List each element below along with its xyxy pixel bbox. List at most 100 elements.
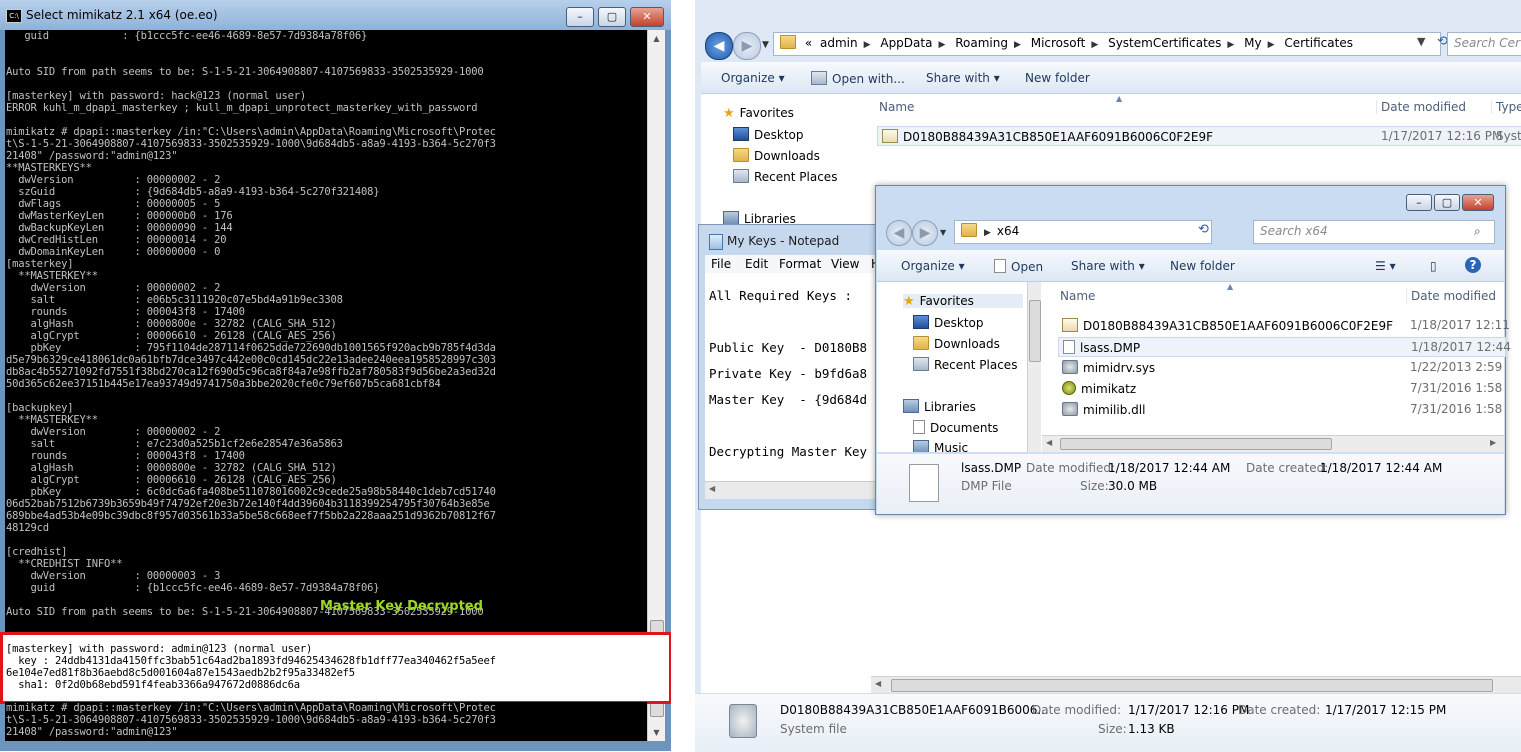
x64-nav-scroll-thumb[interactable] xyxy=(1029,300,1041,362)
open-with-button[interactable]: Open with... xyxy=(811,71,905,86)
x64-column-header-name[interactable]: Name xyxy=(1060,289,1095,303)
breadcrumb-appdata[interactable]: AppData xyxy=(880,33,932,54)
share-with-button[interactable]: Share with ▾ xyxy=(926,71,1000,85)
x64-file-row[interactable]: mimidrv.sys 1/22/2013 2:59 xyxy=(1058,358,1504,376)
organize-button[interactable]: Organize ▾ xyxy=(721,71,785,85)
column-header-name[interactable]: Name xyxy=(879,100,914,114)
recent-pages-chevron-icon[interactable]: ▼ xyxy=(762,40,769,50)
breadcrumb-roaming[interactable]: Roaming xyxy=(955,33,1008,54)
breadcrumb-admin[interactable]: admin xyxy=(820,33,858,54)
menu-format[interactable]: Format xyxy=(779,257,821,271)
details-modified-label: Date modified: xyxy=(1032,703,1122,717)
x64-scroll-left-icon[interactable]: ◀ xyxy=(1046,438,1052,447)
console-app-icon: C:\ xyxy=(6,9,22,23)
view-options-icon[interactable]: ☰ ▾ xyxy=(1375,259,1396,273)
console-titlebar[interactable]: C:\ Select mimikatz 2.1 x64 (oe.eo) – ▢ … xyxy=(0,0,671,30)
x64-file-row[interactable]: D0180B88439A31CB850E1AAF6091B6006C0F2E9F… xyxy=(1058,316,1510,334)
menu-view[interactable]: View xyxy=(831,257,859,271)
column-header-date-modified[interactable]: Date modified xyxy=(1376,100,1466,114)
x64-refresh-icon[interactable]: ⟲ xyxy=(1198,222,1209,237)
console-line: [backupkey] xyxy=(6,402,74,414)
x64-horizontal-scroll-thumb[interactable] xyxy=(1060,438,1332,450)
driver-file-icon xyxy=(1062,360,1078,374)
console-line: 06d52bab7512b6739b3659b49f74792ef20e3b72… xyxy=(6,498,490,510)
scroll-down-icon[interactable]: ▼ xyxy=(648,724,665,741)
x64-organize-button[interactable]: Organize ▾ xyxy=(901,259,965,273)
x64-file-row-selected[interactable]: lsass.DMP 1/18/2017 12:44 xyxy=(1058,337,1511,357)
notepad-title: My Keys - Notepad xyxy=(727,234,840,248)
console-line: [masterkey] xyxy=(6,258,74,270)
file-date: 1/18/2017 12:11 xyxy=(1410,318,1510,332)
breadcrumb-certificates[interactable]: Certificates xyxy=(1284,33,1353,54)
scroll-up-icon[interactable]: ▲ xyxy=(648,30,665,47)
folder-icon xyxy=(780,35,796,49)
nav-desktop[interactable]: Desktop xyxy=(733,127,804,142)
console-command-echo: mimikatz # dpapi::masterkey /in:"C:\User… xyxy=(5,702,647,741)
x64-minimize-button[interactable]: – xyxy=(1406,194,1432,211)
x64-nav-scrollbar[interactable] xyxy=(1027,282,1041,452)
x64-nav-documents[interactable]: Documents xyxy=(913,420,998,435)
nav-recent-places[interactable]: Recent Places xyxy=(733,169,837,184)
maximize-button[interactable]: ▢ xyxy=(598,7,626,27)
master-key-decrypted-annotation: Master Key Decrypted xyxy=(320,599,483,614)
x64-maximize-button[interactable]: ▢ xyxy=(1434,194,1460,211)
sort-ascending-icon: ▲ xyxy=(1116,94,1123,103)
breadcrumb-my[interactable]: My xyxy=(1244,33,1261,54)
forward-arrow-icon[interactable]: ▶ xyxy=(733,32,761,60)
search-input[interactable]: Search Certif xyxy=(1447,32,1521,56)
x64-scroll-right-icon[interactable]: ▶ xyxy=(1490,438,1496,447)
minimize-button[interactable]: – xyxy=(566,7,594,27)
console-line: pbKey : 795f1104de287114f0625dde722690db… xyxy=(6,342,496,354)
x64-search-icon[interactable]: ⌕ xyxy=(1474,224,1481,239)
breadcrumb-systemcertificates[interactable]: SystemCertificates xyxy=(1108,33,1221,54)
menu-file[interactable]: File xyxy=(711,257,731,271)
breadcrumb-x64[interactable]: x64 xyxy=(997,221,1019,242)
column-header-type[interactable]: Type xyxy=(1491,100,1521,114)
preview-pane-icon[interactable]: ▯ xyxy=(1430,259,1437,273)
scroll-left-icon[interactable]: ◀ xyxy=(875,679,881,688)
x64-nav-libraries[interactable]: Libraries xyxy=(903,399,976,414)
menu-edit[interactable]: Edit xyxy=(745,257,768,271)
x64-nav-desktop[interactable]: Desktop xyxy=(913,315,984,330)
back-arrow-icon[interactable]: ◀ xyxy=(705,32,733,60)
x64-nav-recent-places[interactable]: Recent Places xyxy=(913,357,1017,372)
x64-nav-music[interactable]: Music xyxy=(913,440,968,452)
help-icon[interactable]: ? xyxy=(1465,257,1481,273)
x64-file-row[interactable]: mimilib.dll 7/31/2016 1:58 xyxy=(1058,400,1504,418)
notepad-horizontal-scrollbar[interactable]: ◀ xyxy=(705,481,899,499)
x64-new-folder-button[interactable]: New folder xyxy=(1170,259,1235,273)
x64-nav-favorites[interactable]: ★ Favorites xyxy=(903,294,1023,309)
console-line: 50d365c62ee37151b445e17ea93749d9741750a3… xyxy=(6,378,441,390)
horizontal-scroll-thumb[interactable] xyxy=(891,679,1493,692)
nav-downloads[interactable]: Downloads xyxy=(733,148,820,163)
address-bar[interactable]: « admin ▶ AppData ▶ Roaming ▶ Microsoft ▶ Sy… xyxy=(773,32,1441,56)
breadcrumb-overflow[interactable]: « xyxy=(805,33,812,54)
decrypted-key-line: sha1: 0f2d0b68ebd591f4feab3366a947672d08… xyxy=(6,679,300,691)
file-name: D0180B88439A31CB850E1AAF6091B6006C0F2E9F xyxy=(1083,319,1394,333)
x64-nav-downloads[interactable]: Downloads xyxy=(913,336,1000,351)
console-line: dwMasterKeyLen : 000000b0 - 176 xyxy=(6,210,233,222)
x64-back-arrow-icon[interactable]: ◀ xyxy=(886,220,912,246)
x64-recent-chevron-icon[interactable]: ▼ xyxy=(940,228,946,237)
notepad-text-area[interactable]: All Required Keys : Public Key - D0180B8… xyxy=(705,273,899,483)
address-dropdown-icon[interactable]: ▼ xyxy=(1417,35,1425,48)
x64-forward-arrow-icon[interactable]: ▶ xyxy=(912,220,938,246)
x64-horizontal-scrollbar[interactable]: ◀ ▶ xyxy=(1042,435,1504,452)
x64-column-header-date-modified[interactable]: Date modified xyxy=(1406,289,1496,303)
notepad-scroll-left-icon[interactable]: ◀ xyxy=(709,484,715,493)
x64-open-button[interactable]: Open xyxy=(994,259,1043,274)
x64-share-with-button[interactable]: Share with ▾ xyxy=(1071,259,1145,273)
x64-search-input[interactable]: Search x64 xyxy=(1253,220,1495,244)
nav-favorites[interactable]: ★ Favorites xyxy=(723,106,794,121)
breadcrumb-microsoft[interactable]: Microsoft xyxy=(1031,33,1086,54)
close-button[interactable]: ✕ xyxy=(630,7,664,27)
new-folder-button[interactable]: New folder xyxy=(1025,71,1090,85)
file-row[interactable]: D0180B88439A31CB850E1AAF6091B6006C0F2E9F… xyxy=(877,126,1521,146)
x64-address-bar[interactable]: ▶ x64 xyxy=(954,220,1212,244)
x64-file-row[interactable]: mimikatz 7/31/2016 1:58 xyxy=(1058,379,1504,397)
x64-close-button[interactable]: ✕ xyxy=(1462,194,1494,211)
horizontal-scrollbar[interactable]: ◀ xyxy=(871,676,1521,694)
console-line: [masterkey] with password: hack@123 (nor… xyxy=(6,90,306,102)
decrypted-key-highlight-box: [masterkey] with password: admin@123 (no… xyxy=(0,632,672,704)
